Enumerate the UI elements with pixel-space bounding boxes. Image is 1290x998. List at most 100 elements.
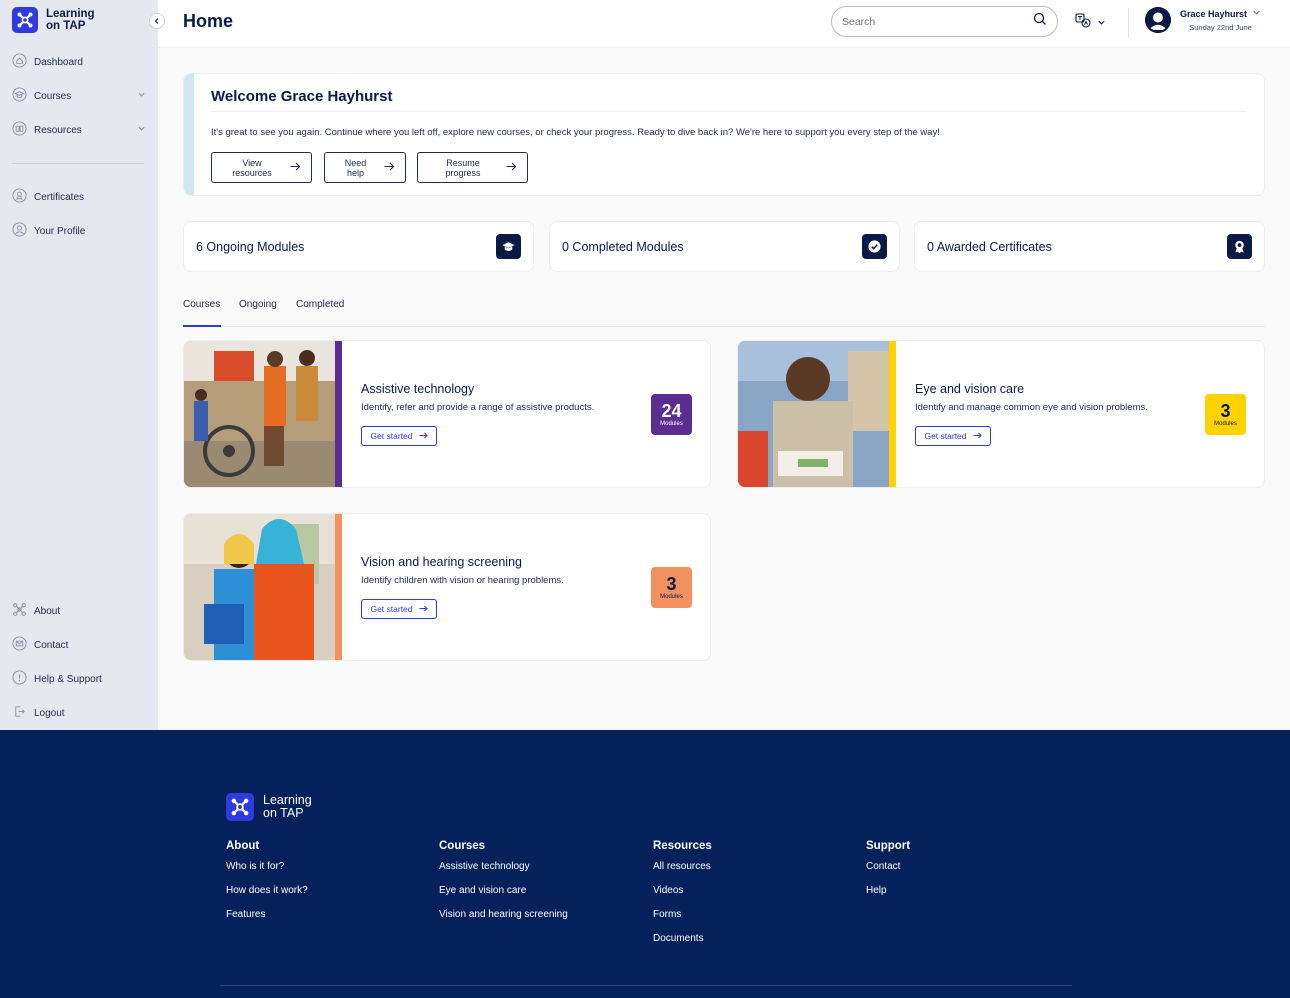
sidebar-item-about[interactable]: About <box>12 601 146 621</box>
sidebar-item-label: Logout <box>34 707 65 719</box>
sidebar-item-label: Certificates <box>34 191 85 203</box>
sidebar-item-label: Resources <box>34 124 82 136</box>
footer-column-resources: Resources All resources Videos Forms Doc… <box>653 840 712 956</box>
translate-icon <box>1075 12 1091 33</box>
footer-link[interactable]: Documents <box>653 932 712 946</box>
search-box[interactable] <box>831 6 1058 37</box>
course-title: Assistive technology <box>361 382 475 396</box>
chevron-down-icon[interactable] <box>137 124 146 136</box>
search-icon[interactable] <box>1033 12 1047 31</box>
award-icon <box>1227 234 1252 259</box>
chevron-down-icon[interactable] <box>137 90 146 102</box>
app-name-line2: on TAP <box>46 20 86 32</box>
footer-logo[interactable]: Learning on TAP <box>226 793 312 821</box>
footer-link[interactable]: Forms <box>653 908 712 922</box>
sidebar-item-logout[interactable]: Logout <box>12 703 146 723</box>
arrow-right-icon <box>506 162 517 173</box>
footer-link[interactable]: Assistive technology <box>439 860 568 874</box>
footer-link[interactable]: How does it work? <box>226 884 308 898</box>
page-title: Home <box>183 11 234 31</box>
stat-label: 0 Completed Modules <box>562 239 684 254</box>
sidebar-item-label: Help & Support <box>34 673 102 685</box>
sidebar-item-profile[interactable]: Your Profile <box>12 221 146 241</box>
footer-link[interactable]: All resources <box>653 860 712 874</box>
home-icon <box>12 53 27 71</box>
logo-icon <box>12 7 38 33</box>
footer-link[interactable]: Features <box>226 908 308 922</box>
stat-awarded-certificates: 0 Awarded Certificates <box>914 221 1265 272</box>
footer-divider <box>220 985 1072 986</box>
sidebar-item-contact[interactable]: Contact <box>12 635 146 655</box>
course-tabs: Courses Ongoing Completed <box>183 296 1265 327</box>
sidebar-divider <box>12 163 144 164</box>
current-date: Sunday 22nd June <box>1189 23 1252 32</box>
logout-icon <box>12 704 27 722</box>
get-started-button[interactable]: Get started <box>361 426 437 446</box>
course-card-vision-hearing-screening[interactable]: Vision and hearing screening Identify ch… <box>183 513 711 661</box>
top-header: Home Grace Hayhurst Sunday 22nd June <box>158 0 1290 48</box>
sidebar-item-resources[interactable]: Resources <box>12 120 146 140</box>
footer-link[interactable]: Contact <box>866 860 910 874</box>
user-name-text: Grace Hayhurst <box>1180 8 1248 19</box>
logo-icon <box>12 602 27 620</box>
course-image <box>184 514 335 660</box>
tab-ongoing[interactable]: Ongoing <box>239 299 277 310</box>
course-card-eye-vision-care[interactable]: Eye and vision care Identify and manage … <box>737 340 1265 488</box>
header-divider <box>1128 8 1129 38</box>
sidebar-item-dashboard[interactable]: Dashboard <box>12 52 146 72</box>
footer-link[interactable]: Videos <box>653 884 712 898</box>
language-selector[interactable] <box>1075 12 1106 33</box>
sidebar-item-label: Courses <box>34 90 72 102</box>
arrow-right-icon <box>290 162 301 173</box>
app-name-line2: on TAP <box>263 806 304 820</box>
footer-column-courses: Courses Assistive technology Eye and vis… <box>439 840 568 932</box>
sidebar-item-certificates[interactable]: Certificates <box>12 187 146 207</box>
stat-completed-modules: 0 Completed Modules <box>549 221 900 272</box>
sidebar-item-help[interactable]: Help & Support <box>12 669 146 689</box>
user-menu[interactable]: Grace Hayhurst Sunday 22nd June <box>1145 7 1261 33</box>
resume-progress-button[interactable]: Resume progress <box>417 152 528 183</box>
arrow-right-icon <box>419 604 428 614</box>
button-label: Get started <box>370 431 413 441</box>
check-circle-icon <box>862 234 887 259</box>
course-description: Identify children with vision or hearing… <box>361 575 564 586</box>
sidebar-item-courses[interactable]: Courses <box>12 86 146 106</box>
welcome-message: It's great to see you again. Continue wh… <box>211 127 940 138</box>
sidebar-collapse-button[interactable] <box>149 13 165 29</box>
button-label: Get started <box>924 431 967 441</box>
stat-label: 6 Ongoing Modules <box>196 239 305 254</box>
award-icon <box>12 188 27 206</box>
tab-completed[interactable]: Completed <box>296 299 344 310</box>
chevron-down-icon <box>1097 14 1106 32</box>
footer-link[interactable]: Eye and vision care <box>439 884 568 898</box>
view-resources-button[interactable]: View resources <box>211 152 312 183</box>
button-label: Get started <box>370 604 413 614</box>
footer-app-name: Learning on TAP <box>263 794 312 820</box>
welcome-card: Welcome Grace Hayhurst It's great to see… <box>183 73 1265 196</box>
course-title: Vision and hearing screening <box>361 555 522 569</box>
user-circle-icon <box>12 222 27 240</box>
tab-courses[interactable]: Courses <box>183 299 220 310</box>
chevron-down-icon[interactable] <box>1252 8 1261 19</box>
need-help-button[interactable]: Need help <box>324 152 406 183</box>
footer-link[interactable]: Help <box>866 884 910 898</box>
get-started-button[interactable]: Get started <box>915 426 991 446</box>
course-image <box>738 341 889 487</box>
search-input[interactable] <box>842 15 1033 28</box>
sidebar: Learning on TAP Dashboard Courses Resour… <box>0 0 158 730</box>
arrow-right-icon <box>419 431 428 441</box>
arrow-right-icon <box>973 431 982 441</box>
button-label: Need help <box>344 157 367 178</box>
help-icon <box>12 670 27 688</box>
course-card-assistive-technology[interactable]: Assistive technology Identify, refer and… <box>183 340 711 488</box>
footer-column-about: About Who is it for? How does it work? F… <box>226 840 308 932</box>
footer-link[interactable]: Who is it for? <box>226 860 308 874</box>
get-started-button[interactable]: Get started <box>361 599 437 619</box>
avatar[interactable] <box>1145 7 1171 33</box>
arrow-right-icon <box>384 162 395 173</box>
footer-heading: Resources <box>653 840 712 852</box>
sidebar-item-label: Your Profile <box>34 225 86 237</box>
course-description: Identify and manage common eye and visio… <box>915 402 1148 413</box>
app-logo[interactable]: Learning on TAP <box>12 7 95 33</box>
footer-link[interactable]: Vision and hearing screening <box>439 908 568 922</box>
